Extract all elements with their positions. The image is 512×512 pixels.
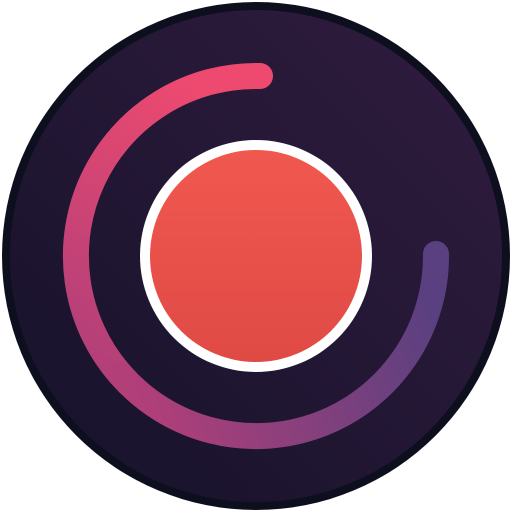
app-icon	[0, 0, 512, 512]
record-icon	[2, 2, 510, 510]
record-button	[150, 150, 362, 362]
